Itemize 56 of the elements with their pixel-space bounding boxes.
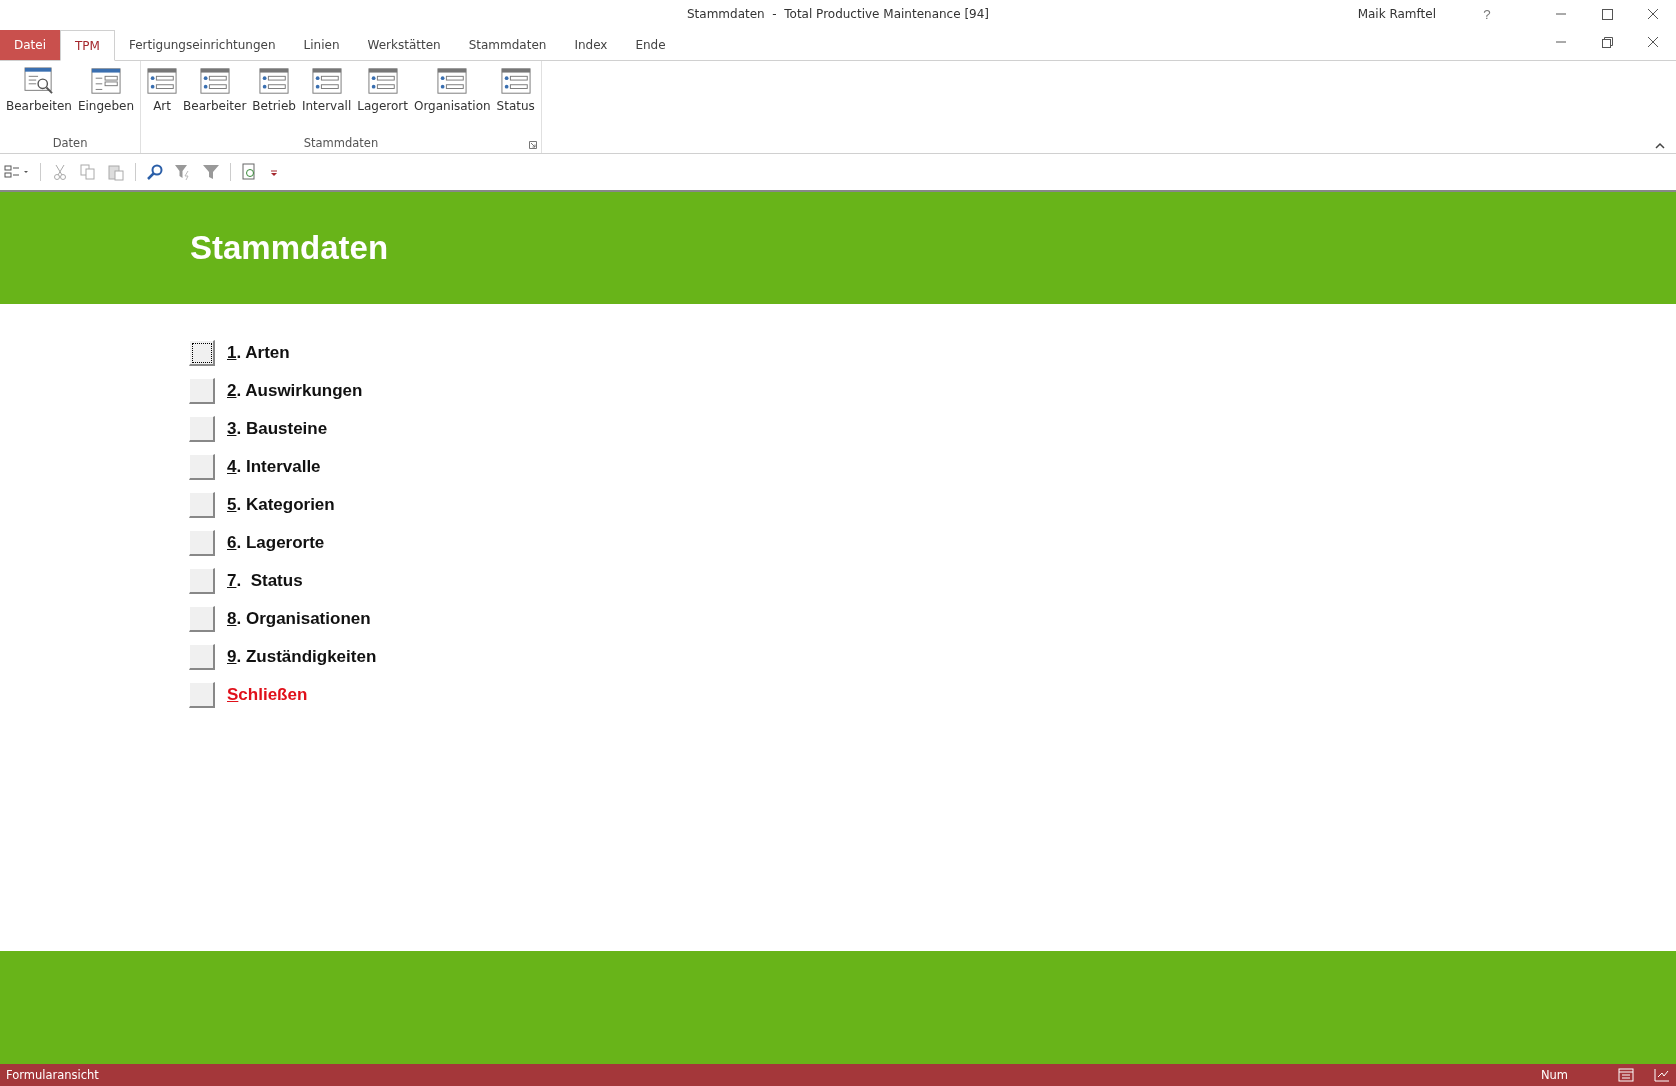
- ribbon-button[interactable]: Bearbeiten: [4, 65, 74, 133]
- menu-button[interactable]: [189, 340, 215, 366]
- view-switch-icon[interactable]: [4, 163, 30, 181]
- list-form-icon: [259, 67, 290, 95]
- menu-label[interactable]: 9. Zuständigkeiten: [227, 647, 377, 667]
- list-form-icon: [437, 67, 468, 95]
- ribbon-button[interactable]: Organisation: [411, 65, 493, 133]
- copy-icon[interactable]: [79, 163, 97, 181]
- form-title: Stammdaten: [190, 229, 389, 267]
- paste-icon[interactable]: [107, 163, 125, 181]
- list-form-icon: [500, 67, 531, 95]
- search-icon[interactable]: [146, 163, 164, 181]
- ribbon-tab[interactable]: Ende: [621, 30, 680, 60]
- filter-lightning-icon[interactable]: [174, 163, 192, 181]
- user-name: Maik Ramftel: [1357, 7, 1436, 21]
- ribbon-tab[interactable]: Linien: [289, 30, 354, 60]
- form-search-icon: [23, 67, 54, 95]
- menu-label[interactable]: 3. Bausteine: [227, 419, 328, 439]
- form-icon: [91, 67, 121, 95]
- num-lock-indicator: Num: [1540, 1068, 1568, 1082]
- collapse-ribbon-icon[interactable]: [1654, 141, 1666, 149]
- group-label: Stammdaten: [303, 136, 379, 150]
- ribbon-tab[interactable]: Werkstätten: [353, 30, 455, 60]
- menu-label[interactable]: 7. Status: [227, 571, 303, 591]
- list-form-icon: [199, 67, 230, 95]
- menu-label[interactable]: 1. Arten: [227, 343, 290, 363]
- list-form-icon: [311, 67, 342, 95]
- list-form-icon: [147, 67, 178, 95]
- ribbon-button[interactable]: Art: [145, 65, 180, 133]
- filter-icon[interactable]: [202, 163, 220, 181]
- dialog-launcher-icon[interactable]: [528, 141, 537, 149]
- ribbon-button[interactable]: Intervall: [299, 65, 354, 133]
- ribbon-tab[interactable]: TPM: [60, 30, 115, 61]
- list-form-icon: [367, 67, 398, 95]
- design-view-icon[interactable]: [1654, 1068, 1670, 1082]
- menu-label[interactable]: 6. Lagerorte: [227, 533, 325, 553]
- ribbon-button[interactable]: Betrieb: [250, 65, 298, 133]
- ribbon-tab[interactable]: Stammdaten: [454, 30, 561, 60]
- ribbon-tab[interactable]: Index: [560, 30, 622, 60]
- window-title: Stammdaten - Total Productive Maintenance [94]: [686, 7, 990, 21]
- ribbon-button[interactable]: Bearbeiter: [181, 65, 249, 133]
- menu-label[interactable]: 4. Intervalle: [227, 457, 321, 477]
- menu-label[interactable]: 5. Kategorien: [227, 495, 335, 515]
- ribbon-button[interactable]: Lagerort: [355, 65, 410, 133]
- menu-label[interactable]: 2. Auswirkungen: [227, 381, 363, 401]
- help-button[interactable]: ?: [1464, 0, 1510, 28]
- form-view-icon[interactable]: [1618, 1068, 1634, 1082]
- close-label[interactable]: Schließen: [227, 685, 308, 705]
- ribbon-button[interactable]: Status: [494, 65, 537, 133]
- ribbon-tab[interactable]: Fertigungseinrichtungen: [114, 30, 290, 60]
- file-tab[interactable]: Datei: [0, 30, 60, 60]
- menu-label[interactable]: 8. Organisationen: [227, 609, 371, 629]
- group-label: Daten: [52, 136, 88, 150]
- cut-icon[interactable]: [51, 163, 69, 181]
- status-text: Formularansicht: [6, 1068, 99, 1082]
- ribbon-button[interactable]: Eingeben: [75, 65, 137, 133]
